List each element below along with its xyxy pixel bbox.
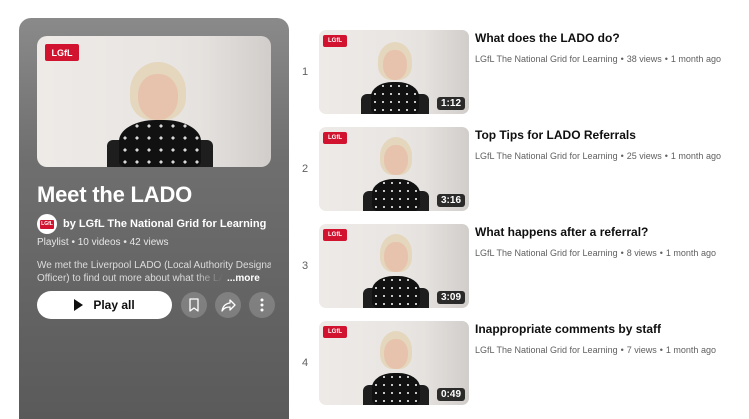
thumbnail-image: LGfL 3:16 [319, 127, 469, 211]
thumbnail-image: LGfL 1:12 [319, 30, 469, 114]
video-meta: LGfL The National Grid for Learning • 25 v… [475, 151, 721, 161]
owner-name[interactable]: by LGfL The National Grid for Learning [63, 218, 266, 230]
video-meta: LGfL The National Grid for Learning • 38 v… [475, 54, 721, 64]
bookmark-icon [189, 298, 199, 312]
video-index: 2 [301, 163, 309, 175]
playlist-description[interactable]: We met the Liverpool LADO (Local Authori… [37, 259, 271, 285]
more-options-button[interactable] [249, 292, 275, 318]
video-index: 4 [301, 357, 309, 369]
thumbnail-image: LGfL 3:09 [319, 224, 469, 308]
video-title[interactable]: Top Tips for LADO Referrals [475, 128, 636, 142]
upload-age: 1 month ago [670, 151, 721, 161]
playlist-actions: Play all [37, 291, 275, 319]
upload-age: 1 month ago [670, 54, 721, 64]
lgfl-logo: LGfL [45, 44, 79, 61]
presenter-figure [363, 234, 429, 308]
playlist-meta: Playlist • 10 videos • 42 views [37, 237, 169, 248]
video-row[interactable]: 3 LGfL 3:09 What happens after a referra… [293, 224, 749, 310]
video-meta: LGfL The National Grid for Learning • 8 vi… [475, 248, 716, 258]
share-playlist-button[interactable] [215, 292, 241, 318]
video-index: 3 [301, 260, 309, 272]
video-duration: 3:16 [436, 194, 465, 207]
thumbnail-image: LGfL 0:49 [319, 321, 469, 405]
video-row[interactable]: 2 LGfL 3:16 Top Tips for LADO Referrals … [293, 127, 749, 213]
avatar[interactable]: LGfL [37, 214, 57, 234]
video-duration: 1:12 [436, 97, 465, 110]
play-icon [74, 299, 84, 311]
video-index: 1 [301, 66, 309, 78]
channel-name[interactable]: LGfL The National Grid for Learning [475, 248, 618, 258]
video-duration: 3:09 [436, 291, 465, 304]
playlist-owner[interactable]: LGfL by LGfL The National Grid for Learn… [37, 214, 266, 234]
lgfl-logo: LGfL [323, 35, 347, 47]
channel-name[interactable]: LGfL The National Grid for Learning [475, 345, 618, 355]
lgfl-avatar-logo: LGfL [40, 219, 54, 229]
share-icon [220, 298, 236, 312]
playlist-title: Meet the LADO [37, 182, 193, 207]
video-title[interactable]: What does the LADO do? [475, 31, 620, 45]
video-meta: LGfL The National Grid for Learning • 7 vi… [475, 345, 716, 355]
view-count: 25 views [626, 151, 662, 161]
thumbnail-image: LGfL [37, 36, 271, 167]
description-line-1: We met the Liverpool LADO (Local Authori… [37, 260, 271, 271]
channel-name[interactable]: LGfL The National Grid for Learning [475, 54, 618, 64]
description-line-2: Officer) to find out more about what the… [37, 273, 223, 284]
lgfl-logo: LGfL [323, 132, 347, 144]
video-row[interactable]: 4 LGfL 0:49 Inappropriate comments by st… [293, 321, 749, 407]
upload-age: 1 month ago [665, 248, 716, 258]
video-duration: 0:49 [436, 388, 465, 401]
presenter-figure [361, 42, 429, 114]
video-title[interactable]: What happens after a referral? [475, 225, 648, 239]
view-count: 38 views [626, 54, 662, 64]
view-count: 8 views [626, 248, 657, 258]
video-thumbnail[interactable]: LGfL 3:09 [319, 224, 469, 308]
more-link[interactable]: ...more [227, 272, 260, 285]
view-count: 7 views [626, 345, 657, 355]
video-thumbnail[interactable]: LGfL 0:49 [319, 321, 469, 405]
video-row[interactable]: 1 LGfL 1:12 What does the LADO do? LGfL … [293, 30, 749, 116]
channel-name[interactable]: LGfL The National Grid for Learning [475, 151, 618, 161]
video-thumbnail[interactable]: LGfL 3:16 [319, 127, 469, 211]
play-all-button[interactable]: Play all [37, 291, 172, 319]
more-vert-icon [260, 298, 264, 312]
lgfl-logo: LGfL [323, 326, 347, 338]
play-all-label: Play all [93, 298, 135, 312]
presenter-figure [363, 137, 429, 211]
presenter-figure [105, 62, 215, 167]
playlist-header-panel: LGfL Meet the LADO LGfL by LGfL The Nati… [19, 18, 289, 419]
playlist-thumbnail[interactable]: LGfL [37, 36, 271, 167]
upload-age: 1 month ago [665, 345, 716, 355]
video-thumbnail[interactable]: LGfL 1:12 [319, 30, 469, 114]
lgfl-logo: LGfL [323, 229, 347, 241]
video-title[interactable]: Inappropriate comments by staff [475, 322, 661, 336]
presenter-figure [363, 331, 429, 405]
save-playlist-button[interactable] [181, 292, 207, 318]
